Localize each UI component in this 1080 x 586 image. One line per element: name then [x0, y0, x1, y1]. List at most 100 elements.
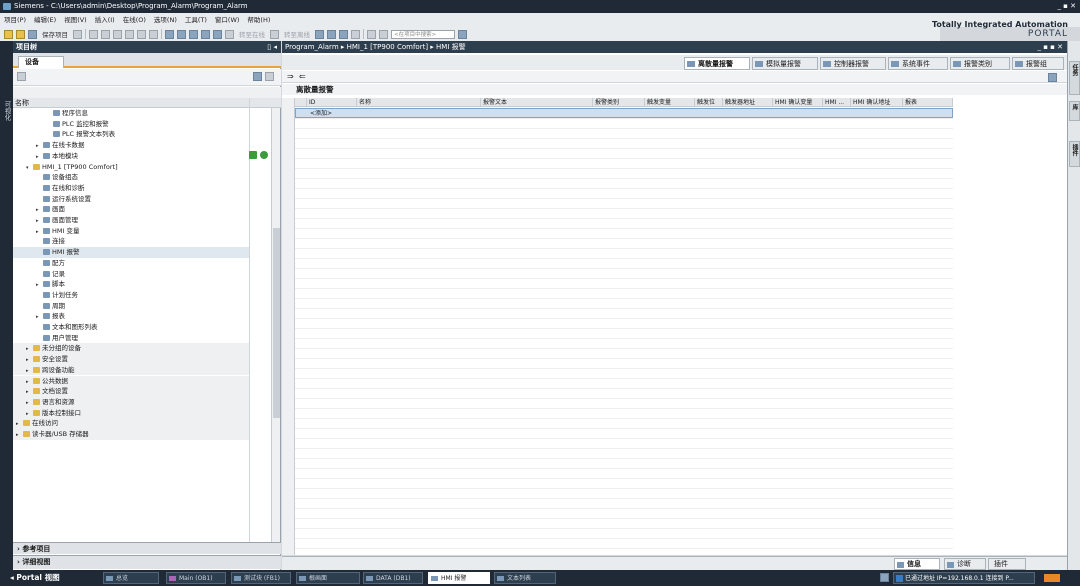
column-trigger-bit[interactable]: 触发位 [695, 98, 723, 107]
view-toggle-icon[interactable] [253, 72, 262, 81]
tab-controller-alarms[interactable]: 控制器报警 [820, 57, 886, 70]
tab-libraries[interactable]: 库 [1069, 101, 1080, 121]
new-project-icon[interactable] [4, 29, 13, 39]
tree-item[interactable]: ▸ 读卡器/USB 存储器 [13, 429, 249, 440]
go-offline-button[interactable]: 转至离线 [282, 29, 312, 39]
column-report[interactable]: 报表 [903, 98, 953, 107]
go-offline-icon[interactable] [270, 29, 279, 39]
tree-item[interactable]: ▸ 安全设置 [13, 354, 249, 365]
visualization-tab[interactable]: 可视化 [2, 101, 12, 121]
project-search-input[interactable]: <在项目中搜索> [391, 29, 455, 39]
tree-item[interactable]: 用户管理 [13, 333, 249, 344]
collapse-panel-icon[interactable]: ▯ ◂ [267, 41, 277, 53]
tree-scrollbar[interactable] [271, 108, 280, 548]
tree-item[interactable]: 在线和诊断 [13, 183, 249, 194]
add-alarm-row[interactable]: <添加> [295, 108, 953, 118]
add-row-icon[interactable]: ⇐ [299, 72, 306, 81]
tab-alarm-groups[interactable]: 报警组 [1012, 57, 1064, 70]
menu-tools[interactable]: 工具(T) [181, 13, 211, 27]
print-icon[interactable] [73, 29, 82, 39]
chevron-right-icon[interactable]: ▸ [16, 430, 23, 441]
download-icon[interactable] [177, 29, 186, 39]
accessible-devices-icon[interactable] [315, 29, 324, 39]
column-select[interactable] [295, 98, 307, 107]
tree-item[interactable]: 设备组态 [13, 172, 249, 183]
portal-view-button[interactable]: ◂ Portal 视图 [10, 573, 60, 583]
split-vertical-icon[interactable] [379, 29, 388, 39]
connection-status[interactable]: 已通过地址 IP=192.168.0.1 连接到 P... [893, 572, 1035, 584]
split-horizontal-icon[interactable] [367, 29, 376, 39]
tree-item[interactable]: ▸ 版本控制接口 [13, 407, 249, 419]
tree-item[interactable]: PLC 报警文本列表 [13, 129, 249, 140]
column-name[interactable]: 名称 [357, 98, 481, 107]
column-trigger-address[interactable]: 触发器地址 [723, 98, 773, 107]
insert-row-icon[interactable]: ⇒ [287, 72, 294, 81]
tree-item[interactable]: ▾ HMI_1 [TP900 Comfort] [13, 162, 249, 173]
tab-system-events[interactable]: 系统事件 [888, 57, 948, 70]
column-hmi-more[interactable]: HMI ... [823, 98, 851, 107]
tree-item[interactable]: PLC 监控和报警 [13, 119, 249, 130]
tree-item[interactable]: 程序信息 [13, 108, 249, 119]
tab-tasks[interactable]: 任务 [1069, 61, 1080, 95]
task-hmi-alarms[interactable]: HMI 报警 [428, 572, 490, 584]
tab-addins[interactable]: 插件 [1069, 141, 1080, 167]
close-icon[interactable] [351, 29, 360, 39]
search-icon[interactable] [458, 29, 467, 39]
tab-analog-alarms[interactable]: 模拟量报警 [752, 57, 818, 70]
paste-icon[interactable] [113, 29, 122, 39]
task-text-lists[interactable]: 文本列表 [494, 572, 556, 584]
column-ack-address[interactable]: HMI 确认地址 [851, 98, 903, 107]
tab-plugins[interactable]: 插件 [988, 558, 1026, 570]
tree-item[interactable]: ▸ 语言和资源 [13, 396, 249, 408]
tree-item[interactable]: ▸ 画面 [13, 204, 249, 215]
tree-scrollbar-thumb[interactable] [273, 228, 280, 418]
menu-insert[interactable]: 插入(I) [91, 13, 119, 27]
editor-settings-icon[interactable] [1048, 73, 1057, 82]
go-online-icon[interactable] [225, 29, 234, 39]
overview-icon[interactable] [17, 72, 26, 81]
tree-item[interactable]: ▸ 文档设置 [13, 386, 249, 397]
undo-icon[interactable] [137, 29, 146, 39]
tab-devices[interactable]: 设备 [18, 56, 64, 68]
redo-icon[interactable] [149, 29, 158, 39]
detail-view-pane[interactable]: › 详细视图 [13, 555, 281, 569]
tab-alarm-classes[interactable]: 报警类别 [950, 57, 1010, 70]
cut-icon[interactable] [89, 29, 98, 39]
open-project-icon[interactable] [16, 29, 25, 39]
upload-icon[interactable] [189, 29, 198, 39]
tree-item[interactable]: ▸ 本地模块 [13, 151, 249, 162]
simulation-icon[interactable] [201, 29, 210, 39]
task-test-fb1[interactable]: 测试块 (FB1) [231, 572, 291, 584]
sync-icon[interactable] [265, 72, 274, 81]
copy-icon[interactable] [101, 29, 110, 39]
tree-item[interactable]: 运行系统设置 [13, 194, 249, 205]
tree-item[interactable]: 计划任务 [13, 290, 249, 301]
task-data-db1[interactable]: DATA (DB1) [363, 572, 423, 584]
tree-item[interactable]: ▸ 画面管理 [13, 215, 249, 226]
tree-item[interactable]: 配方 [13, 258, 249, 269]
go-online-button[interactable]: 转至在线 [237, 29, 267, 39]
tree-item[interactable]: ▸ 未分组的设备 [13, 343, 249, 355]
window-controls[interactable]: _ ▪ ✕ [1057, 0, 1076, 13]
menu-online[interactable]: 在线(O) [119, 13, 150, 27]
task-main-ob1[interactable]: Main (OB1) [166, 572, 226, 584]
tree-item[interactable]: ▸ 在线访问 [13, 418, 249, 429]
tab-diagnostics[interactable]: 诊断 [944, 558, 986, 570]
menu-project[interactable]: 项目(P) [0, 13, 30, 27]
column-id[interactable]: ID [307, 98, 357, 107]
tree-item[interactable]: 连接 [13, 236, 249, 247]
tree-item[interactable]: ▸ 脚本 [13, 279, 249, 290]
menu-help[interactable]: 帮助(H) [243, 13, 274, 27]
tree-item[interactable]: ▸ 在线卡数据 [13, 140, 249, 151]
column-alarm-text[interactable]: 报警文本 [481, 98, 593, 107]
task-root-screen[interactable]: 根画面 [296, 572, 360, 584]
start-cpu-icon[interactable] [327, 29, 336, 39]
column-name[interactable]: 名称 [15, 99, 29, 107]
menu-view[interactable]: 视图(V) [60, 13, 91, 27]
tree-item[interactable]: ▸ HMI 变量 [13, 226, 249, 237]
save-project-button[interactable]: 保存项目 [40, 29, 70, 39]
compile-icon[interactable] [165, 29, 174, 39]
tree-item[interactable]: HMI 报警 [13, 247, 249, 258]
network-icon[interactable] [880, 573, 889, 582]
column-ack-tag[interactable]: HMI 确认变量 [773, 98, 823, 107]
